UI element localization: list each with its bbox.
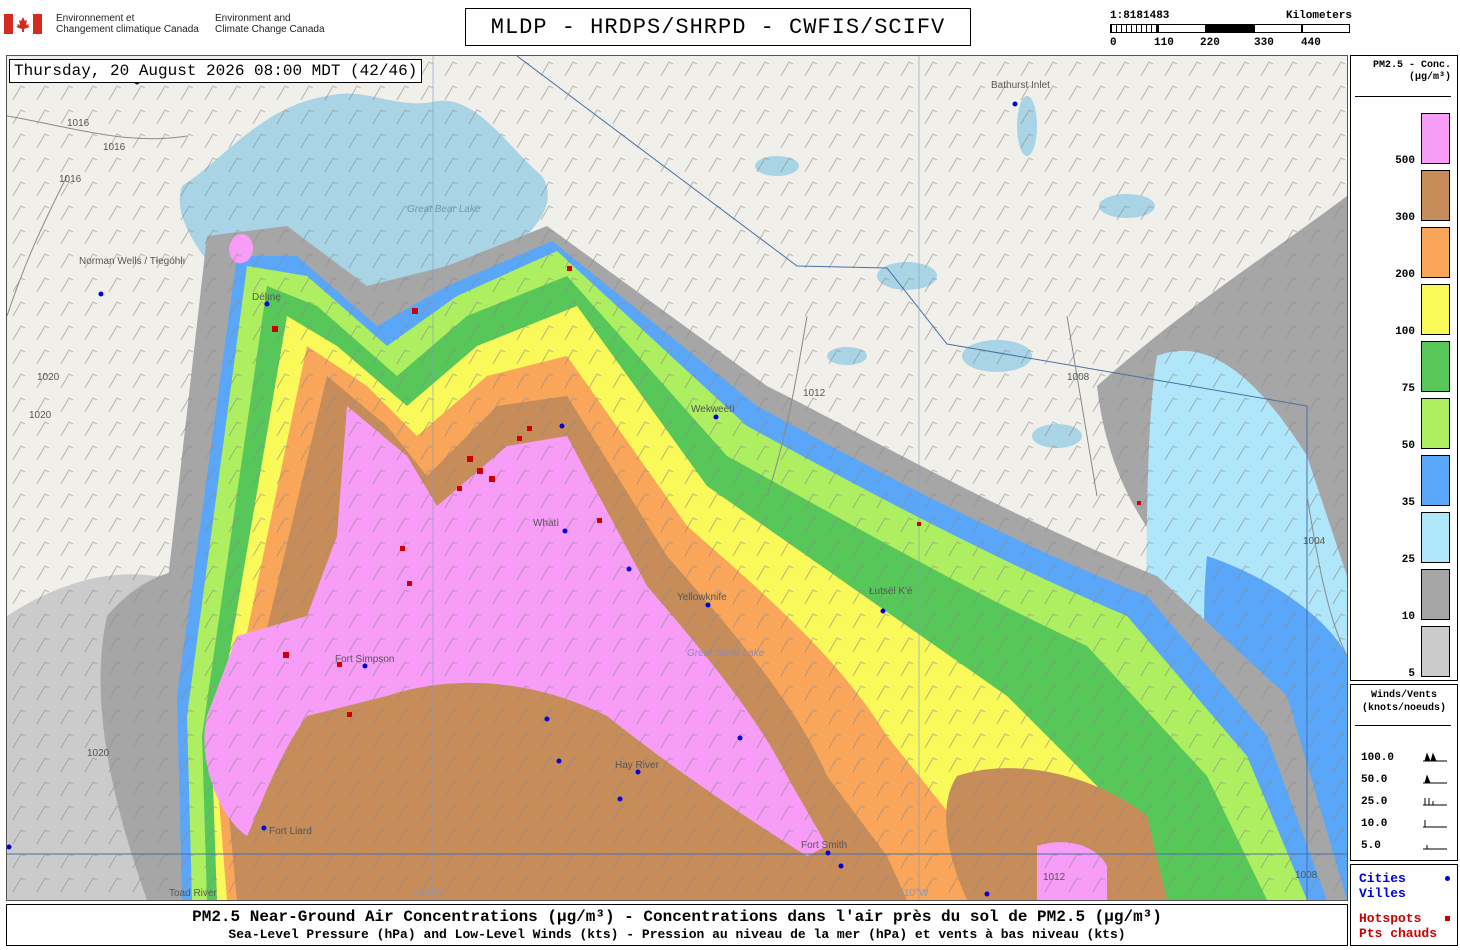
pm25-swatch (1421, 113, 1450, 164)
isobar-label: 1012 (803, 388, 826, 399)
isobar-label: 1020 (29, 410, 52, 421)
meridian-label: 120°W (413, 888, 444, 899)
pm25-class-label: 50 (1401, 440, 1415, 452)
scale-ratio: 1:8181483 (1110, 10, 1170, 22)
wind-speed-label: 10.0 (1361, 818, 1388, 830)
scale-tick: 330 (1254, 37, 1274, 49)
scale-segment (1302, 24, 1350, 33)
map-canvas[interactable]: Norman Wells / Tłegóhłı Délı̨nę Bathurst… (7, 56, 1347, 900)
org-name-fr: Environnement et Changement climatique Ca… (56, 13, 199, 35)
pm25-swatch (1421, 512, 1450, 563)
isobar-label: 1020 (37, 372, 60, 383)
caption-line-1: PM2.5 Near-Ground Air Concentrations (µg… (192, 908, 1162, 926)
isobar-label: 1012 (1043, 872, 1066, 883)
legend-divider (1355, 725, 1451, 726)
city-label: Fort Smith (801, 840, 847, 851)
pm25-class-label: 100 (1395, 326, 1415, 338)
pm25-legend: PM2.5 - Conc. (µg/m³) 500 300 200 100 75 50 35 2… (1350, 55, 1458, 681)
wind-speed-label: 25.0 (1361, 796, 1388, 808)
scale-segment (1206, 24, 1254, 33)
wind-speed-label: 100.0 (1361, 752, 1395, 764)
eccc-logo: Environnement et Changement climatique Ca… (4, 10, 334, 50)
city-label: Bathurst Inlet (991, 80, 1050, 91)
scale-tick: 220 (1200, 37, 1220, 49)
city-label: Łutsël K'é (869, 586, 913, 597)
scale-segment (1254, 24, 1302, 33)
hotspots-legend-label: Hotspots Pts chauds (1359, 911, 1438, 941)
city-dot-icon (1445, 876, 1450, 881)
cities-hotspots-legend: Cities Villes Hotspots Pts chauds (1350, 864, 1458, 946)
pm25-swatch (1421, 341, 1450, 392)
city-label: Fort Simpson (335, 654, 394, 665)
map-caption: PM2.5 Near-Ground Air Concentrations (µg… (6, 904, 1348, 946)
hotspot-square-icon (1445, 916, 1450, 921)
scale-tick: 0 (1110, 37, 1117, 49)
pm25-class-label: 5 (1408, 668, 1415, 680)
pm25-class-label: 25 (1401, 554, 1415, 566)
city-label: Wekweètì (691, 404, 735, 415)
pm25-swatch (1421, 284, 1450, 335)
isobar-label: 1008 (1295, 870, 1318, 881)
pm25-class-label: 200 (1395, 269, 1415, 281)
meridian-label: 110°W (899, 888, 929, 899)
org-name-en: Environment and Climate Change Canada (215, 13, 325, 35)
pm25-class-label: 500 (1395, 155, 1415, 167)
pm25-swatch (1421, 626, 1450, 677)
city-label: Yellowknife (677, 592, 727, 603)
wind-legend-title: Winds/Vents (knots/noeuds) (1361, 690, 1446, 714)
wind-barbs (7, 56, 1347, 900)
pm25-swatch (1421, 455, 1450, 506)
scale-tick: 440 (1301, 37, 1321, 49)
scale-bar: 1:8181483 Kilometers 0 110 220 330 440 (1108, 10, 1352, 50)
wind-speed-label: 5.0 (1361, 840, 1381, 852)
city-label: Délı̨nę (252, 292, 281, 303)
pm25-class-label: 35 (1401, 497, 1415, 509)
lake-label: Great Slave Lake (687, 648, 765, 659)
pm25-swatch (1421, 227, 1450, 278)
wind-legend: Winds/Vents (knots/noeuds) 100.0 50.0 25.… (1350, 684, 1458, 861)
lake-label: Great Bear Lake (407, 204, 481, 215)
page-title: MLDP - HRDPS/SHRPD - CWFIS/SCIFV (465, 8, 971, 46)
isobar-label: 1016 (67, 118, 90, 129)
scale-unit: Kilometers (1285, 10, 1352, 22)
scale-tick: 110 (1154, 37, 1174, 49)
pm25-swatch (1421, 569, 1450, 620)
isobar-label: 1008 (1067, 372, 1090, 383)
smoke-forecast-map[interactable]: Norman Wells / Tłegóhłı Délı̨nę Bathurst… (6, 55, 1348, 901)
pm25-legend-title: PM2.5 - Conc. (µg/m³) (1372, 60, 1451, 83)
scale-segment (1110, 24, 1158, 33)
cities-legend-label: Cities Villes (1359, 871, 1406, 901)
scale-segment (1158, 24, 1206, 33)
caption-line-2: Sea-Level Pressure (hPa) and Low-Level W… (228, 927, 1126, 942)
wind-speed-label: 50.0 (1361, 774, 1388, 786)
city-label: Hay River (615, 760, 660, 771)
isobar-label: 1004 (1303, 536, 1326, 547)
pm25-swatch (1421, 170, 1450, 221)
city-label: Whatì (533, 518, 559, 529)
pm25-swatch (1421, 398, 1450, 449)
legend-divider (1355, 96, 1451, 97)
isobar-label: 1020 (87, 748, 110, 759)
forecast-datetime: Thursday, 20 August 2026 08:00 MDT (42/4… (9, 59, 423, 83)
isobar-label: 1016 (59, 174, 82, 185)
pm25-class-label: 75 (1401, 383, 1415, 395)
pm25-class-label: 10 (1401, 611, 1415, 623)
city-label: Norman Wells / Tłegóhłı (79, 256, 185, 267)
isobar-label: 1016 (103, 142, 126, 153)
pm25-class-label: 300 (1395, 212, 1415, 224)
city-label: Toad River (169, 888, 217, 899)
wind-barb-icons (1423, 752, 1447, 850)
canada-flag-icon (4, 14, 42, 34)
city-label: Fort Liard (269, 826, 312, 837)
